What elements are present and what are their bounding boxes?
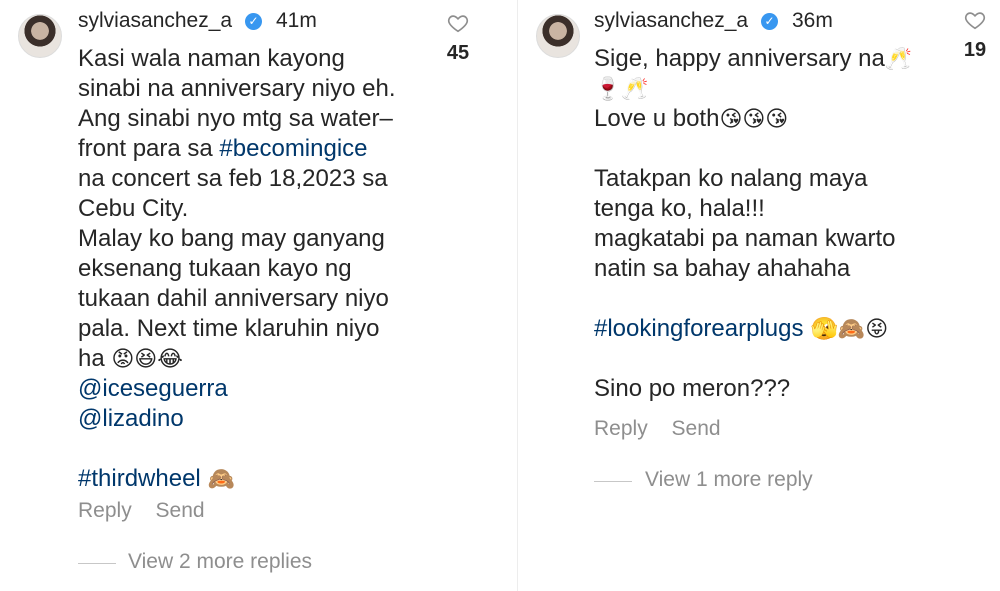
comment-username[interactable]: sylviasanchez_a (594, 9, 748, 33)
send-button[interactable]: Send (156, 499, 205, 522)
comment-text-segment: ha (78, 345, 112, 372)
comment-right: sylviasanchez_a ✓ 36m 19 Sige, happy ann… (517, 0, 1000, 591)
comment-text-segment: tukaan dahil anniversary niyo (78, 285, 389, 312)
send-button[interactable]: Send (672, 417, 721, 440)
comment-line: @iceseguerra (78, 374, 396, 404)
comment-text-segment: sinabi na anniversary niyo eh. (78, 75, 396, 102)
comment-line: sinabi na anniversary niyo eh. (78, 74, 396, 104)
comment-text-segment: Cebu City. (78, 195, 189, 222)
comment-text: Sige, happy anniversary na🥂 🍷🥂 Love u both… (594, 44, 912, 404)
mention-link[interactable]: @iceseguerra (78, 375, 228, 402)
hashtag-link[interactable]: #thirdwheel (78, 465, 201, 492)
comment-time[interactable]: 36m (792, 9, 833, 33)
comment-line: natin sa bahay ahahaha (594, 254, 912, 284)
comment-line: 🍷🥂 (594, 74, 912, 104)
comment-line: Tatakpan ko nalang maya (594, 164, 912, 194)
comment-text-segment: pala. Next time klaruhin niyo (78, 315, 380, 342)
hashtag-link[interactable]: #becomingice (219, 135, 367, 162)
view-more-replies-button[interactable]: View 2 more replies (128, 550, 312, 574)
comment-line: Cebu City. (78, 194, 396, 224)
comment-username[interactable]: sylviasanchez_a (78, 9, 232, 33)
comment-line: front para sa #becomingice (78, 134, 396, 164)
avatar[interactable] (536, 14, 580, 58)
emoji: 🥂 (884, 47, 913, 72)
comment-line: Love u both😘😘😘 (594, 104, 912, 134)
comment-text-segment: magkatabi pa naman kwarto (594, 225, 896, 252)
comment-text-segment: natin sa bahay ahahaha (594, 255, 851, 282)
like-count: 45 (446, 42, 470, 64)
verified-badge-icon: ✓ (245, 13, 262, 30)
comment-actions: Reply Send (594, 417, 739, 441)
comment-line: tukaan dahil anniversary niyo (78, 284, 396, 314)
comment-text-segment: Ang sinabi nyo mtg sa water– (78, 105, 393, 132)
reply-button[interactable]: Reply (78, 499, 132, 522)
comment-line: magkatabi pa naman kwarto (594, 224, 912, 254)
heart-outline-icon[interactable] (964, 9, 986, 31)
comment-line: tenga ko, hala!!! (594, 194, 912, 224)
comment-line: @lizadino (78, 404, 396, 434)
divider-dash (78, 563, 116, 564)
comment-line: Malay ko bang may ganyang (78, 224, 396, 254)
emoji: 😘😘😘 (719, 107, 789, 132)
avatar[interactable] (18, 14, 62, 58)
comment-line: #lookingforearplugs 🫣🙈😝 (594, 314, 912, 344)
comment-text-segment: tenga ko, hala!!! (594, 195, 765, 222)
comment-text-segment: eksenang tukaan kayo ng (78, 255, 352, 282)
comment-line: eksenang tukaan kayo ng (78, 254, 396, 284)
view-more-replies-button[interactable]: View 1 more reply (645, 468, 813, 492)
comment-line: na concert sa feb 18,2023 sa (78, 164, 396, 194)
comment-actions: Reply Send (78, 499, 223, 523)
comment-left: sylviasanchez_a ✓ 41m 45 Kasi wala naman… (0, 0, 500, 591)
comment-text: Kasi wala naman kayong sinabi na annivers… (78, 44, 396, 494)
like-count: 19 (963, 39, 987, 61)
comment-line: ha 😡😆😂 (78, 344, 396, 374)
comment-line: Kasi wala naman kayong (78, 44, 396, 74)
verified-badge-icon: ✓ (761, 13, 778, 30)
comment-line: Ang sinabi nyo mtg sa water– (78, 104, 396, 134)
emoji: 🍷🥂 (594, 77, 649, 102)
comment-text-segment: Tatakpan ko nalang maya (594, 165, 868, 192)
reply-button[interactable]: Reply (594, 417, 648, 440)
comment-text-segment: Malay ko bang may ganyang (78, 225, 385, 252)
emoji: 🙈 (200, 467, 236, 492)
comment-line: Sige, happy anniversary na🥂 (594, 44, 912, 74)
comment-text-segment: front para sa (78, 135, 220, 162)
comment-text-segment: na concert sa feb 18,2023 sa (78, 165, 388, 192)
emoji: 🫣🙈😝 (803, 317, 889, 342)
comment-time[interactable]: 41m (276, 9, 317, 33)
comment-text-segment: Sige, happy anniversary na (594, 45, 885, 72)
comment-text-segment: Sino po meron??? (594, 375, 791, 402)
comment-text-segment: Kasi wala naman kayong (78, 45, 345, 72)
hashtag-link[interactable]: #lookingforearplugs (594, 315, 803, 342)
divider-dash (594, 481, 632, 482)
emoji: 😡😆😂 (111, 347, 183, 372)
mention-link[interactable]: @lizadino (78, 405, 184, 432)
heart-outline-icon[interactable] (447, 12, 469, 34)
comment-line: Sino po meron??? (594, 374, 912, 404)
comment-line: #thirdwheel 🙈 (78, 464, 396, 494)
comment-text-segment: Love u both (594, 105, 720, 132)
comment-line: pala. Next time klaruhin niyo (78, 314, 396, 344)
